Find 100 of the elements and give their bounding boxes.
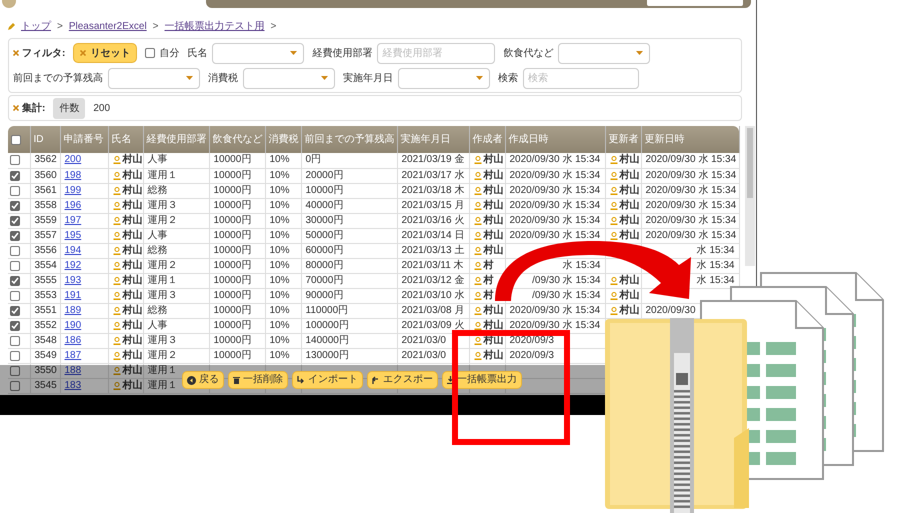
user-icon bbox=[474, 262, 482, 270]
user-name: 村山 bbox=[484, 168, 504, 182]
table-cell: 水 15:34 bbox=[696, 258, 734, 272]
table-cell: 110000円 bbox=[306, 304, 348, 318]
cross-icon bbox=[13, 105, 19, 111]
footer-button[interactable]: 戻る bbox=[182, 371, 224, 389]
table-cell: 2021/03/16 火 bbox=[402, 214, 464, 228]
row-checkbox[interactable] bbox=[10, 246, 20, 256]
dropdown-caret-icon bbox=[290, 51, 298, 55]
row-checkbox[interactable] bbox=[10, 200, 20, 210]
footer-button[interactable]: 一括削除 bbox=[228, 371, 288, 389]
table-cell: 運用２ bbox=[148, 258, 178, 272]
table-cell: 3562 bbox=[34, 153, 57, 168]
user-icon bbox=[112, 172, 120, 180]
filter-label: 検索 bbox=[498, 72, 518, 86]
record-link[interactable]: 191 bbox=[64, 290, 82, 300]
record-link[interactable]: 186 bbox=[64, 334, 82, 346]
user-name: 村山 bbox=[484, 244, 504, 258]
row-checkbox[interactable] bbox=[10, 290, 20, 300]
breadcrumb-link[interactable]: トップ bbox=[21, 18, 51, 34]
table-cell: 運用１ bbox=[148, 274, 178, 288]
user-icon bbox=[474, 336, 482, 344]
record-link[interactable]: 199 bbox=[64, 184, 82, 196]
user-name: 村山 bbox=[122, 364, 142, 378]
row-checkbox[interactable] bbox=[10, 216, 20, 226]
reset-button[interactable]: リセット bbox=[73, 43, 138, 63]
filter-label: 前回までの予算残高 bbox=[13, 72, 103, 86]
table-cell: 2021/03/10 水 bbox=[402, 288, 464, 302]
record-link[interactable]: 200 bbox=[64, 154, 82, 166]
user-icon bbox=[610, 306, 618, 314]
user-name: 村山 bbox=[122, 228, 142, 242]
user-name: 村山 bbox=[620, 304, 640, 318]
row-checkbox[interactable] bbox=[10, 276, 20, 286]
user-name: 村山 bbox=[122, 184, 142, 198]
user-icon bbox=[474, 156, 482, 164]
footer-button[interactable]: インポート bbox=[292, 371, 363, 389]
row-checkbox[interactable] bbox=[10, 155, 20, 166]
user-icon bbox=[112, 352, 120, 360]
row-checkbox[interactable] bbox=[10, 350, 20, 360]
table-cell: 2020/09/30 水 15:34 bbox=[646, 228, 736, 242]
table-cell: 10000円 bbox=[214, 153, 252, 168]
row-checkbox[interactable] bbox=[10, 336, 20, 346]
breadcrumb-link[interactable]: 一括帳票出力テスト用 bbox=[164, 18, 265, 34]
table-cell: 総務 bbox=[148, 304, 168, 318]
table-cell: 10000円 bbox=[214, 228, 252, 242]
record-link[interactable]: 197 bbox=[64, 214, 82, 226]
user-icon bbox=[112, 322, 120, 330]
user-icon bbox=[112, 262, 120, 270]
table-cell: 2021/03/14 日 bbox=[402, 228, 464, 242]
table-cell: /09/30 水 15:34 bbox=[532, 274, 600, 288]
row-checkbox[interactable] bbox=[10, 306, 20, 316]
table-cell: 運用３ bbox=[148, 334, 178, 348]
record-link[interactable]: 189 bbox=[64, 304, 82, 316]
download-icon bbox=[447, 376, 454, 384]
table-cell: 10000円 bbox=[306, 184, 344, 198]
record-link[interactable]: 192 bbox=[64, 260, 82, 270]
filter-input[interactable]: 経費使用部署 bbox=[377, 42, 496, 64]
record-link[interactable]: 195 bbox=[64, 230, 82, 240]
table-cell: 2021/03/17 水 bbox=[402, 168, 464, 182]
table-cell: 10000円 bbox=[214, 214, 252, 228]
trash-icon bbox=[233, 376, 240, 384]
breadcrumb-link[interactable]: Pleasanter2Excel bbox=[68, 18, 147, 34]
breadcrumb-separator: > bbox=[270, 20, 276, 34]
cross-icon bbox=[13, 50, 19, 56]
record-link[interactable]: 193 bbox=[64, 274, 82, 286]
row-checkbox[interactable] bbox=[10, 260, 20, 270]
search-field[interactable] bbox=[647, 0, 743, 6]
select-all-checkbox[interactable] bbox=[11, 134, 21, 144]
footer-button[interactable]: エクスポー bbox=[367, 371, 438, 389]
app-logo-icon bbox=[2, 0, 16, 8]
row-checkbox[interactable] bbox=[10, 170, 20, 180]
table-cell: 2021/03/08 月 bbox=[402, 304, 464, 318]
record-link[interactable]: 187 bbox=[64, 350, 82, 360]
record-link[interactable]: 198 bbox=[64, 170, 82, 180]
table-cell: 2021/03/19 金 bbox=[402, 153, 464, 168]
row-checkbox[interactable] bbox=[10, 380, 20, 390]
table-cell: 2021/03/0 bbox=[402, 334, 446, 348]
record-link[interactable]: 196 bbox=[64, 200, 82, 210]
table-cell: 運用１ bbox=[148, 364, 178, 378]
table-cell: 2020/09/3 bbox=[510, 334, 554, 348]
table-cell: 水 15:34 bbox=[696, 244, 734, 258]
table-cell: 2021/03/12 金 bbox=[402, 274, 464, 288]
record-link[interactable]: 194 bbox=[64, 244, 82, 256]
record-link[interactable]: 188 bbox=[64, 364, 82, 376]
table-cell: 140000円 bbox=[306, 334, 349, 348]
table-cell: 3558 bbox=[34, 198, 57, 212]
user-icon bbox=[112, 186, 120, 194]
record-link[interactable]: 183 bbox=[64, 380, 82, 390]
row-checkbox[interactable] bbox=[10, 366, 20, 376]
filter-input[interactable]: 検索 bbox=[523, 68, 639, 88]
table-cell: 10% bbox=[270, 258, 290, 272]
table-cell: 10% bbox=[270, 184, 290, 198]
row-checkbox[interactable] bbox=[10, 230, 20, 240]
breadcrumb-separator: > bbox=[152, 20, 159, 34]
row-checkbox[interactable] bbox=[10, 186, 20, 196]
record-link[interactable]: 190 bbox=[64, 320, 82, 330]
row-checkbox[interactable] bbox=[10, 320, 20, 330]
user-name: 村山 bbox=[122, 258, 142, 272]
table-cell: 3549 bbox=[34, 348, 57, 362]
checkbox[interactable] bbox=[145, 48, 156, 58]
